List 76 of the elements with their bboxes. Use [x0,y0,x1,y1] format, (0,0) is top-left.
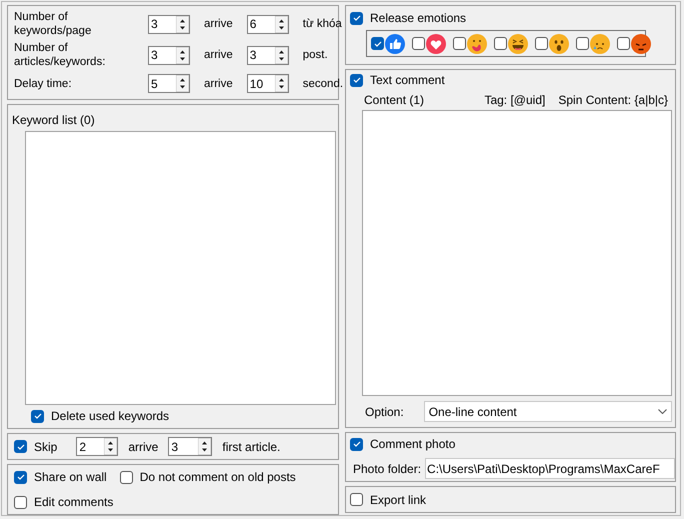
hint-text: Tag: [@uid] [484,93,546,107]
unit-label: post. [302,48,328,62]
checkbox[interactable] [14,496,27,508]
field-label: Number of articles/keywords: [14,41,106,69]
comment-content-field[interactable] [362,110,672,396]
surprised-face-icon [549,34,569,54]
number-spinner[interactable]: 3 [168,437,212,456]
range-separator: arrive [204,17,233,31]
checkbox-label: Share on wall [34,470,107,484]
checkbox[interactable] [350,438,363,450]
check-icon [374,40,382,46]
check-icon [34,413,42,419]
thumbs-up-icon [385,34,405,54]
checkbox[interactable] [412,37,425,50]
check-icon [352,441,360,447]
checkbox[interactable] [14,470,27,484]
spin-arrows-icon[interactable] [104,438,118,455]
range-separator: arrive [204,48,233,62]
number-spinner[interactable]: 5 [148,74,190,93]
checkbox[interactable] [617,37,630,50]
checkbox-label: Release emotions [370,11,466,25]
spin-arrows-icon[interactable] [274,46,288,64]
field-label: Delay time: [14,76,73,90]
spin-arrows-icon[interactable] [274,16,288,32]
hugging-face-icon [467,34,487,54]
checkbox[interactable] [31,410,44,422]
field-label: Number of keywords/page [14,10,92,38]
checkbox[interactable] [371,37,384,50]
content-label: Content (1) [364,93,424,107]
check-icon [352,15,360,21]
checkbox-label: Text comment [370,73,445,87]
number-spinner[interactable]: 3 [246,46,289,64]
checkbox-label: Export link [370,492,426,506]
angry-face-icon [631,34,651,54]
field-label: Photo folder: [353,462,422,476]
number-spinner[interactable]: 10 [246,74,289,93]
checkbox-label: Edit comments [34,495,114,509]
checkbox[interactable] [350,493,363,506]
checkbox[interactable] [453,37,466,50]
unit-label: first article. [222,440,280,454]
checkbox[interactable] [14,440,27,453]
field-label: Option: [365,404,404,418]
spin-arrows-icon[interactable] [274,75,288,92]
range-separator: arrive [204,76,233,90]
unit-label: từ khóa [302,17,342,31]
unit-label: second. [302,76,344,90]
spin-arrows-icon[interactable] [176,46,189,64]
checkbox[interactable] [535,37,548,50]
photo-folder-field[interactable]: C:\Users\Pati\Desktop\Programs\MaxCareF [425,458,675,479]
checkbox-label: Comment photo [370,437,456,451]
range-separator: arrive [128,440,158,454]
laughing-face-icon [508,34,528,54]
hint-text: Spin Content: {a|b|c} [558,93,668,107]
chevron-down-icon [658,409,667,414]
number-spinner[interactable]: 3 [148,46,190,64]
keyword-list-field[interactable] [25,131,336,405]
check-icon [352,77,360,83]
checkbox[interactable] [350,12,363,24]
number-spinner[interactable]: 2 [76,437,118,456]
spin-arrows-icon[interactable] [176,75,189,92]
checkbox-label: Do not comment on old posts [140,470,296,484]
spin-arrows-icon[interactable] [198,438,212,455]
section-label: Keyword list (0) [12,113,96,127]
check-icon [16,444,24,450]
checkbox[interactable] [350,74,363,86]
crying-face-icon [590,34,610,54]
number-spinner[interactable]: 3 [148,14,190,34]
check-icon [16,474,24,480]
checkbox[interactable] [494,37,507,50]
checkbox-label: Delete used keywords [51,409,170,423]
spin-arrows-icon[interactable] [176,16,189,32]
checkbox[interactable] [576,37,589,50]
number-spinner[interactable]: 6 [246,14,289,34]
checkbox-label: Skip [34,440,58,454]
checkbox[interactable] [120,470,133,484]
option-dropdown[interactable]: One-line content [424,401,672,422]
